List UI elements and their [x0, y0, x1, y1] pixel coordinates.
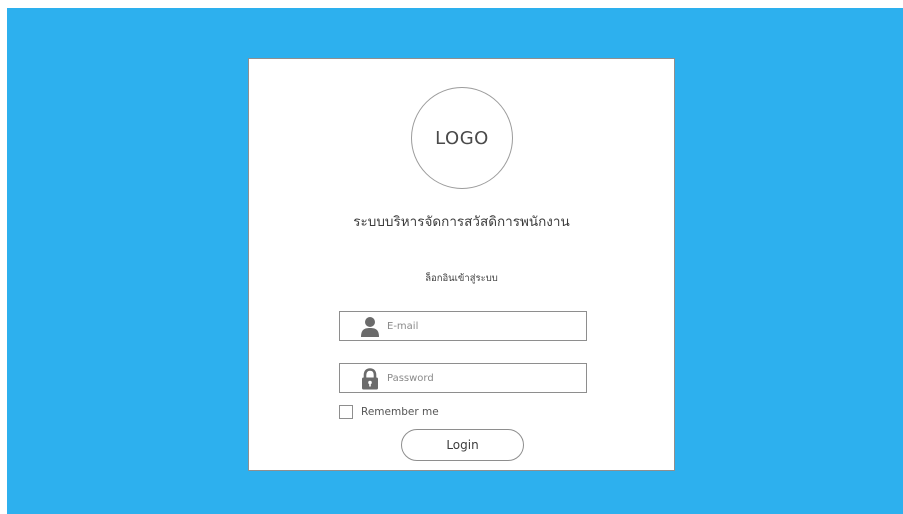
login-subtitle: ล็อกอินเข้าสู่ระบบ [425, 273, 498, 284]
system-title: ระบบบริหารจัดการสวัสดิการพนักงาน [353, 214, 570, 230]
logo-placeholder: LOGO [411, 87, 513, 189]
remember-me-label: Remember me [361, 406, 439, 418]
password-input[interactable] [387, 368, 577, 388]
remember-me[interactable]: Remember me [339, 403, 439, 421]
user-icon [360, 316, 380, 338]
email-input[interactable] [387, 316, 577, 336]
email-field[interactable] [339, 311, 587, 341]
password-field[interactable] [339, 363, 587, 393]
lock-icon [360, 368, 380, 390]
logo-text: LOGO [435, 127, 489, 149]
login-button[interactable]: Login [401, 429, 524, 461]
remember-me-checkbox[interactable] [339, 405, 353, 419]
